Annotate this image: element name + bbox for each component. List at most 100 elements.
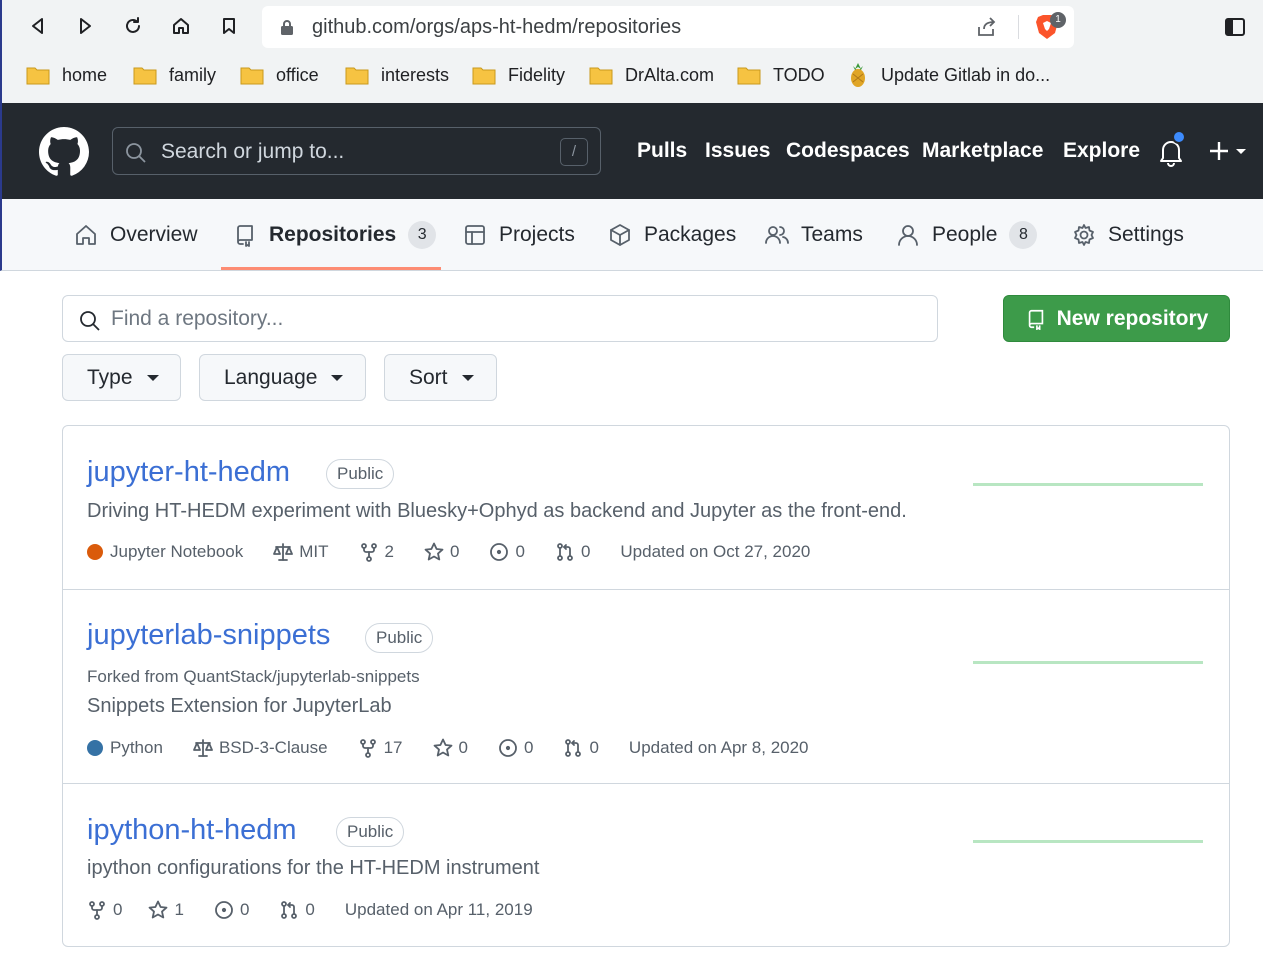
activity-sparkline: [973, 840, 1203, 843]
license-info: BSD-3-Clause: [193, 738, 328, 758]
nav-explore[interactable]: Explore: [1063, 103, 1140, 199]
pulls-link[interactable]: 0: [555, 542, 590, 562]
bookmark-label: interests: [381, 64, 450, 85]
forks-count: 0: [113, 900, 123, 919]
find-repository-input[interactable]: [111, 296, 911, 341]
type-filter-dropdown[interactable]: Type: [62, 354, 181, 401]
tab-label: Packages: [644, 223, 737, 246]
language-color-dot: [87, 544, 103, 560]
law-scale-icon: [193, 739, 213, 757]
stars-link[interactable]: 0: [424, 542, 459, 562]
bookmark-link[interactable]: Update Gitlab in do...: [847, 56, 1050, 94]
star-icon: [433, 738, 452, 757]
sidebar-toggle-icon[interactable]: [1224, 16, 1246, 38]
url-text: github.com/orgs/aps-ht-hedm/repositories: [312, 16, 682, 38]
search-icon: [126, 143, 146, 163]
tab-overview[interactable]: Overview: [74, 199, 198, 271]
type-filter-label: Type: [87, 365, 133, 389]
license-label: BSD-3-Clause: [218, 738, 328, 757]
pulls-link[interactable]: 0: [279, 900, 315, 920]
table-icon: [465, 225, 485, 245]
updated-date: Updated on Apr 11, 2019: [344, 900, 533, 919]
forks-count: 17: [383, 738, 403, 757]
pull-request-icon: [565, 739, 582, 757]
issues-link[interactable]: 0: [214, 900, 249, 920]
bookmark-folder[interactable]: Fidelity: [472, 56, 565, 94]
forward-button[interactable]: [69, 10, 101, 42]
bookmark-folder[interactable]: interests: [345, 56, 449, 94]
tab-teams[interactable]: Teams: [765, 199, 863, 271]
repository-description: Driving HT-HEDM experiment with Bluesky+…: [87, 500, 907, 522]
repository-name-link[interactable]: jupyterlab-snippets: [87, 619, 330, 652]
nav-codespaces[interactable]: Codespaces: [786, 103, 910, 199]
bookmark-folder[interactable]: office: [240, 56, 319, 94]
github-logo-icon[interactable]: [39, 127, 89, 177]
share-icon[interactable]: [976, 16, 998, 38]
tab-repositories[interactable]: Repositories 3: [233, 199, 437, 271]
forks-link[interactable]: 2: [359, 542, 394, 562]
issues-link[interactable]: 0: [498, 738, 533, 758]
folder-icon: [240, 67, 264, 85]
find-repository-field[interactable]: [62, 295, 938, 342]
fork-icon: [89, 901, 105, 920]
caret-down-icon: [331, 374, 344, 381]
tab-projects[interactable]: Projects: [463, 199, 575, 271]
nav-pulls[interactable]: Pulls: [637, 103, 687, 199]
pulls-link[interactable]: 0: [563, 738, 599, 758]
forks-link[interactable]: 17: [358, 738, 403, 758]
forked-from-note[interactable]: Forked from QuantStack/jupyterlab-snippe…: [87, 667, 420, 687]
new-repository-button[interactable]: New repository: [1003, 295, 1230, 342]
sort-dropdown[interactable]: Sort: [384, 354, 497, 401]
stars-link[interactable]: 0: [433, 738, 468, 758]
pull-request-icon: [557, 543, 573, 561]
star-icon: [424, 542, 444, 561]
bookmark-folder[interactable]: home: [26, 56, 107, 94]
issue-open-icon: [490, 543, 509, 561]
nav-marketplace[interactable]: Marketplace: [922, 103, 1043, 199]
repository-meta: Python BSD-3-Clause 17 0 0 0 Updated on …: [87, 736, 839, 760]
bookmark-folder[interactable]: TODO: [737, 56, 825, 94]
tab-people[interactable]: People 8: [896, 199, 1038, 271]
tab-label: Teams: [801, 223, 863, 246]
global-search-input[interactable]: Search or jump to... /: [112, 127, 601, 175]
folder-icon: [589, 67, 613, 85]
fork-icon: [359, 739, 376, 758]
bookmark-folder[interactable]: DrAlta.com: [589, 56, 714, 94]
home-button[interactable]: [165, 10, 197, 42]
search-icon: [80, 311, 100, 331]
create-new-plus-icon[interactable]: [1207, 135, 1251, 167]
issue-open-icon: [499, 739, 517, 757]
tab-label: Repositories: [269, 223, 397, 246]
language-filter-dropdown[interactable]: Language: [199, 354, 366, 401]
issues-count: 0: [239, 900, 250, 919]
back-button[interactable]: [22, 10, 54, 42]
issues-link[interactable]: 0: [489, 542, 525, 562]
license-info: MIT: [273, 542, 329, 562]
nav-issues[interactable]: Issues: [705, 103, 770, 199]
github-header: Search or jump to... / Pulls Issues Code…: [0, 103, 1263, 199]
person-icon: [898, 225, 918, 246]
bookmark-button[interactable]: [213, 10, 245, 42]
repo-count-badge: 3: [408, 221, 437, 249]
tab-settings[interactable]: Settings: [1072, 199, 1184, 271]
notification-unread-dot: [1172, 130, 1186, 144]
bookmark-label: office: [276, 64, 319, 85]
stars-link[interactable]: 1: [148, 900, 184, 920]
bookmark-icon: [223, 18, 235, 34]
stars-count: 0: [458, 738, 468, 757]
people-icon: [765, 226, 789, 244]
language-filter-label: Language: [224, 365, 318, 389]
language-info: Python: [87, 738, 163, 758]
folder-icon: [472, 67, 496, 85]
reload-icon: [126, 17, 140, 33]
address-bar[interactable]: github.com/orgs/aps-ht-hedm/repositories…: [262, 6, 1074, 48]
language-label: Python: [110, 738, 163, 757]
tab-packages[interactable]: Packages: [608, 199, 736, 271]
issues-count: 0: [515, 542, 525, 561]
repository-name-link[interactable]: jupyter-ht-hedm: [87, 456, 290, 489]
reload-button[interactable]: [117, 10, 149, 42]
people-count-badge: 8: [1009, 221, 1038, 249]
forks-link[interactable]: 0: [87, 900, 122, 920]
bookmark-folder[interactable]: family: [133, 56, 216, 94]
repository-name-link[interactable]: ipython-ht-hedm: [87, 814, 297, 847]
